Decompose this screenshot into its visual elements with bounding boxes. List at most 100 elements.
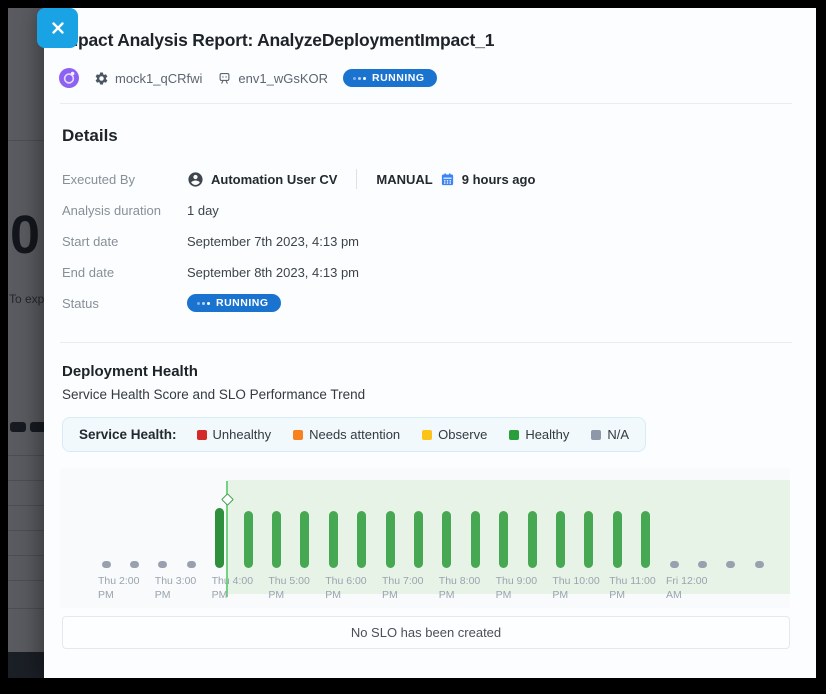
legend-swatch bbox=[591, 430, 601, 440]
health-bar-healthy bbox=[357, 511, 366, 568]
detail-row-end-date: End date September 8th 2023, 4:13 pm bbox=[62, 257, 792, 287]
executed-by-user: Automation User CV bbox=[211, 172, 337, 187]
no-slo-message: No SLO has been created bbox=[351, 625, 501, 640]
service-meta[interactable]: mock1_qCRfwi bbox=[94, 71, 202, 86]
legend-items: Unhealthy Needs attention Observe Healthy N/… bbox=[197, 427, 630, 442]
health-bar-healthy bbox=[386, 511, 395, 568]
x-axis-label: Thu 6:00 PM bbox=[325, 574, 366, 602]
dimmed-background-page[interactable]: 0 To expa bbox=[8, 8, 44, 678]
details-heading: Details bbox=[62, 126, 792, 146]
health-bar-healthy bbox=[471, 511, 480, 568]
legend-item-observe: Observe bbox=[422, 427, 487, 442]
detail-label: Analysis duration bbox=[62, 203, 187, 218]
detail-label: End date bbox=[62, 265, 187, 280]
detail-label: Executed By bbox=[62, 172, 187, 187]
close-button[interactable] bbox=[37, 8, 78, 48]
service-name: mock1_qCRfwi bbox=[115, 71, 202, 86]
detail-row-executed-by: Executed By Automation User CV MANUAL bbox=[62, 164, 792, 194]
legend-label: Observe bbox=[438, 427, 487, 442]
impact-analysis-report-panel: Impact Analysis Report: AnalyzeDeploymen… bbox=[44, 8, 816, 678]
x-axis-label: Thu 8:00 PM bbox=[439, 574, 480, 602]
health-bar-no-data bbox=[130, 561, 139, 568]
deployment-health-section: Deployment Health Service Health Score a… bbox=[44, 343, 816, 649]
health-bar-healthy bbox=[414, 511, 423, 568]
x-axis-label: Thu 9:00 PM bbox=[496, 574, 537, 602]
x-axis-label: Thu 2:00 PM bbox=[98, 574, 139, 602]
health-chart: Thu 2:00 PM Thu 3:00 PM Thu 4:00 PM Thu 5:0… bbox=[60, 468, 790, 608]
start-date-value: September 7th 2023, 4:13 pm bbox=[187, 234, 359, 249]
legend-label: N/A bbox=[607, 427, 629, 442]
health-bar-healthy bbox=[556, 511, 565, 568]
health-bar-no-data bbox=[102, 561, 111, 568]
gear-icon bbox=[94, 71, 109, 86]
report-meta-row: mock1_qCRfwi env1_wGsKOR bbox=[58, 68, 792, 88]
legend-item-n-a: N/A bbox=[591, 427, 629, 442]
service-health-legend: Service Health: Unhealthy Needs attention… bbox=[62, 417, 646, 452]
x-axis-label: Thu 3:00 PM bbox=[155, 574, 196, 602]
health-bar-healthy bbox=[244, 511, 253, 568]
running-indicator-dots bbox=[197, 302, 210, 305]
health-bar-no-data bbox=[670, 561, 679, 568]
detail-row-status: Status RUNNING bbox=[62, 288, 792, 318]
health-bar-healthy bbox=[641, 511, 650, 568]
status-badge-label: RUNNING bbox=[372, 73, 425, 84]
health-bar-healthy bbox=[613, 511, 622, 568]
screenshot-stage: 0 To expa Impact Analysis Report: Analyz… bbox=[0, 0, 826, 694]
status-badge: RUNNING bbox=[187, 294, 281, 313]
health-bar-no-data bbox=[158, 561, 167, 568]
health-bar-healthy bbox=[584, 511, 593, 568]
x-axis-label: Thu 5:00 PM bbox=[268, 574, 309, 602]
running-indicator-dots bbox=[353, 77, 366, 80]
no-slo-message-box: No SLO has been created bbox=[62, 616, 790, 649]
user-avatar-icon bbox=[187, 171, 204, 188]
details-section: Details Executed By Automation User CV M… bbox=[44, 104, 816, 334]
x-axis-label: Thu 4:00 PM bbox=[212, 574, 253, 602]
environment-meta[interactable]: env1_wGsKOR bbox=[217, 71, 328, 86]
health-bar-healthy bbox=[442, 511, 451, 568]
x-axis-label: Thu 10:00 PM bbox=[552, 574, 599, 602]
legend-label: Unhealthy bbox=[213, 427, 272, 442]
health-bar-healthy bbox=[215, 508, 224, 568]
environment-name: env1_wGsKOR bbox=[238, 71, 328, 86]
end-date-value: September 8th 2023, 4:13 pm bbox=[187, 265, 359, 280]
deployment-health-heading: Deployment Health bbox=[62, 363, 792, 380]
health-bar-no-data bbox=[726, 561, 735, 568]
value-divider bbox=[356, 169, 357, 189]
health-bar-healthy bbox=[499, 511, 508, 568]
x-axis-label: Fri 12:00 AM bbox=[666, 574, 707, 602]
detail-label: Status bbox=[62, 296, 187, 311]
health-bar-healthy bbox=[300, 511, 309, 568]
health-bar-no-data bbox=[187, 561, 196, 568]
report-title: Impact Analysis Report: AnalyzeDeploymen… bbox=[58, 30, 792, 51]
legend-item-unhealthy: Unhealthy bbox=[197, 427, 272, 442]
calendar-icon bbox=[440, 172, 455, 187]
detail-row-start-date: Start date September 7th 2023, 4:13 pm bbox=[62, 226, 792, 256]
legend-label: Healthy bbox=[525, 427, 569, 442]
health-bar-healthy bbox=[528, 511, 537, 568]
status-badge: RUNNING bbox=[343, 69, 437, 88]
x-axis-label: Thu 11:00 PM bbox=[609, 574, 656, 602]
detail-label: Start date bbox=[62, 234, 187, 249]
legend-title: Service Health: bbox=[79, 427, 177, 442]
status-badge-label: RUNNING bbox=[216, 298, 269, 309]
close-icon bbox=[51, 21, 65, 35]
modal-overlay-scrim[interactable] bbox=[8, 8, 44, 678]
legend-item-needs-attention: Needs attention bbox=[293, 427, 400, 442]
legend-swatch bbox=[293, 430, 303, 440]
deployment-avatar-icon bbox=[59, 68, 79, 88]
legend-item-healthy: Healthy bbox=[509, 427, 569, 442]
health-bar-no-data bbox=[755, 561, 764, 568]
trigger-type: MANUAL bbox=[376, 172, 432, 187]
legend-swatch bbox=[422, 430, 432, 440]
legend-swatch bbox=[509, 430, 519, 440]
health-bar-healthy bbox=[272, 511, 281, 568]
detail-row-analysis-duration: Analysis duration 1 day bbox=[62, 195, 792, 225]
environment-icon bbox=[217, 71, 232, 86]
deployment-health-subtitle: Service Health Score and SLO Performance… bbox=[62, 387, 792, 402]
analysis-duration-value: 1 day bbox=[187, 203, 219, 218]
x-axis-label: Thu 7:00 PM bbox=[382, 574, 423, 602]
health-bar-no-data bbox=[698, 561, 707, 568]
health-bar-healthy bbox=[329, 511, 338, 568]
executed-time: 9 hours ago bbox=[462, 172, 536, 187]
report-header: Impact Analysis Report: AnalyzeDeploymen… bbox=[44, 8, 816, 88]
